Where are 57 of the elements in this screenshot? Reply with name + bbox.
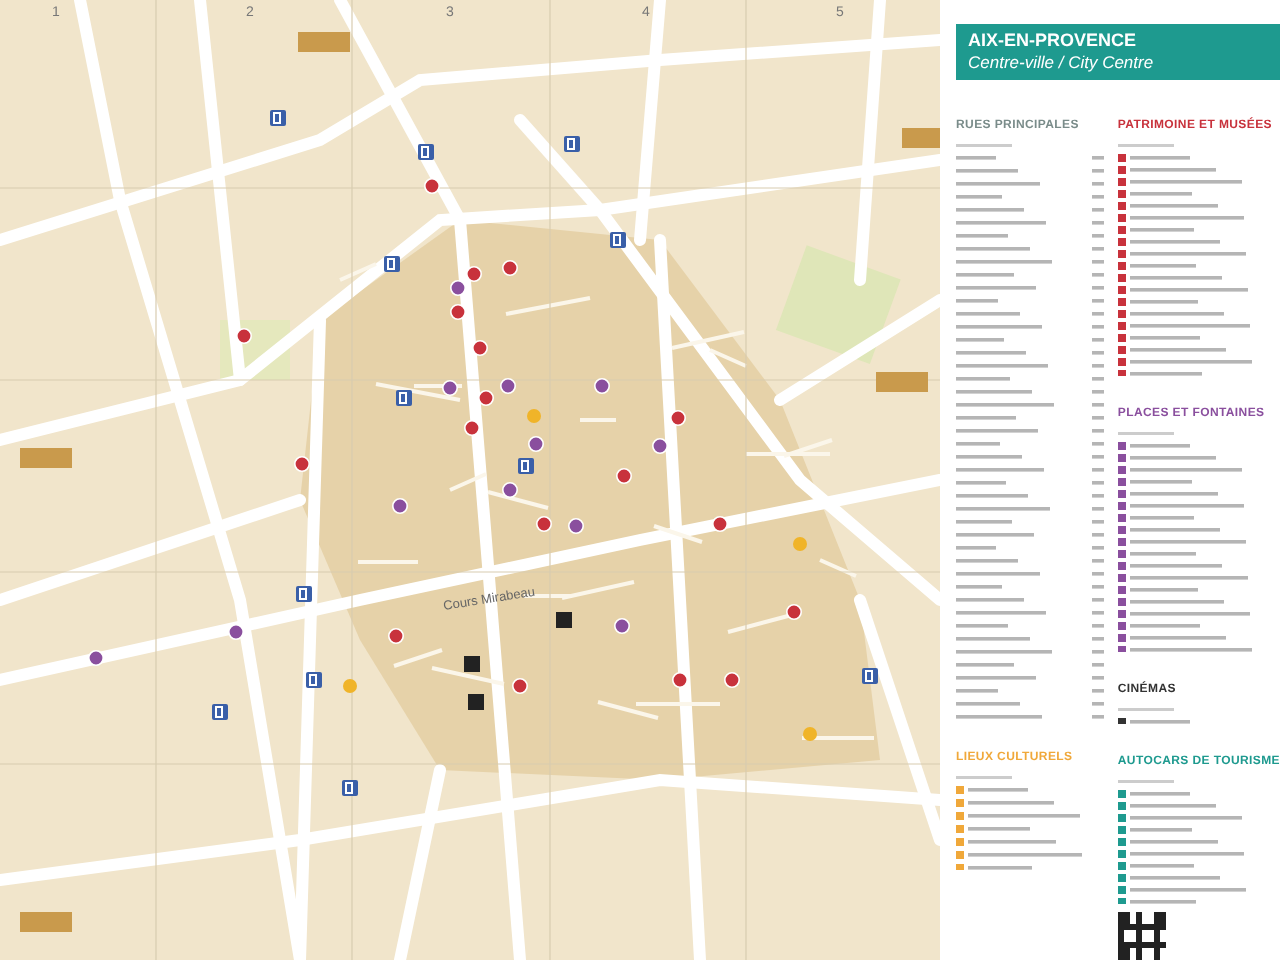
parking-sign-icon	[396, 390, 412, 406]
map-marker-icon	[478, 390, 494, 406]
parking-sign-icon	[306, 672, 322, 688]
map-marker-icon	[450, 304, 466, 320]
legend-list-drawing	[1117, 780, 1246, 904]
map-marker-icon	[88, 650, 104, 666]
map-marker-icon	[502, 260, 518, 276]
legend-list-drawing	[956, 775, 1082, 869]
map-marker-icon	[614, 618, 630, 634]
map-marker-icon	[500, 378, 516, 394]
map-marker-icon	[670, 410, 686, 426]
map-marker-icon	[724, 672, 740, 688]
map-marker-icon	[568, 518, 584, 534]
parking-sign-icon	[342, 780, 358, 796]
map-tag-icon	[902, 128, 940, 148]
parking-sign-icon	[862, 668, 878, 684]
parking-sign-icon	[296, 586, 312, 602]
cinema-icon	[468, 694, 484, 710]
map-tag-icon	[20, 912, 72, 932]
map-marker-icon	[424, 178, 440, 194]
map-marker-icon	[472, 340, 488, 356]
map-title: AIX-EN-PROVENCE	[968, 30, 1139, 52]
parking-sign-icon	[270, 110, 286, 126]
map-tag-icon	[876, 372, 928, 392]
map-marker-icon	[652, 438, 668, 454]
parking-sign-icon	[518, 458, 534, 474]
map-marker-icon	[528, 436, 544, 452]
culture-marker-icon	[527, 409, 541, 423]
map-marker-icon	[786, 604, 802, 620]
map-marker-icon	[712, 516, 728, 532]
map-marker-icon	[388, 628, 404, 644]
culture-marker-icon	[343, 679, 357, 693]
map-tag-icon	[298, 32, 350, 52]
culture-marker-icon	[793, 537, 807, 551]
map-marker-icon	[442, 380, 458, 396]
map-marker-icon	[594, 378, 610, 394]
parking-sign-icon	[418, 144, 434, 160]
map-marker-icon	[294, 456, 310, 472]
map-tag-icon	[20, 448, 72, 468]
parking-sign-icon	[564, 136, 580, 152]
cinema-icon	[464, 656, 480, 672]
map-marker-icon	[464, 420, 480, 436]
cinema-icon	[556, 612, 572, 628]
map-marker-icon	[512, 678, 528, 694]
map-marker-icon	[672, 672, 688, 688]
map-marker-icon	[228, 624, 244, 640]
map-subtitle: Centre-ville / City Centre	[968, 52, 1156, 74]
map-marker-icon	[536, 516, 552, 532]
map-marker-icon	[616, 468, 632, 484]
parking-sign-icon	[610, 232, 626, 248]
map-marker-icon	[502, 482, 518, 498]
map-marker-icon	[392, 498, 408, 514]
legend-list-drawing	[1117, 708, 1190, 724]
parking-sign-icon	[212, 704, 228, 720]
culture-marker-icon	[803, 727, 817, 741]
parking-sign-icon	[384, 256, 400, 272]
map-marker-icon	[236, 328, 252, 344]
